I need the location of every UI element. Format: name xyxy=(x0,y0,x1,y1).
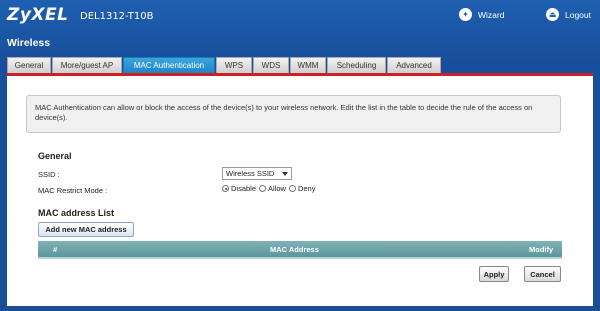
tab-mac-authentication[interactable]: MAC Authentication xyxy=(123,57,215,73)
cancel-button[interactable]: Cancel xyxy=(524,266,561,282)
model-name: DEL1312-T10B xyxy=(80,11,154,22)
tab-general[interactable]: General xyxy=(7,57,51,73)
brand-logo: ZyXEL xyxy=(7,5,69,25)
radio-disable-circle[interactable] xyxy=(222,185,229,192)
tab-wmm[interactable]: WMM xyxy=(290,57,326,73)
mac-list-heading: MAC address List xyxy=(38,208,115,218)
table-row xyxy=(38,257,562,259)
logout-label: Logout xyxy=(565,9,591,20)
logout-button[interactable]: ⏏ Logout xyxy=(546,8,591,21)
ssid-select-value: Wireless SSID xyxy=(226,169,275,178)
tab-scheduling[interactable]: Scheduling xyxy=(327,57,386,73)
general-heading: General xyxy=(38,151,72,161)
add-mac-address-button[interactable]: Add new MAC address xyxy=(38,222,134,237)
tab-bar: General More/guest AP MAC Authentication… xyxy=(7,57,442,73)
radio-disable[interactable]: Disable xyxy=(222,184,256,193)
mac-table-header: # MAC Address Modify xyxy=(38,241,562,257)
restrict-mode-group: Disable Allow Deny xyxy=(222,184,318,193)
apply-button[interactable]: Apply xyxy=(479,266,509,282)
ssid-label: SSID : xyxy=(38,170,60,179)
info-box: MAC Authentication can allow or block th… xyxy=(26,95,561,133)
chevron-down-icon xyxy=(282,172,288,176)
column-modify: Modify xyxy=(529,245,554,254)
radio-deny-circle[interactable] xyxy=(288,185,296,192)
tab-wps[interactable]: WPS xyxy=(216,57,252,73)
radio-allow[interactable]: Allow xyxy=(259,184,286,193)
radio-deny[interactable]: Deny xyxy=(288,184,316,193)
ssid-select[interactable]: Wireless SSID xyxy=(222,167,292,180)
wizard-label: Wizard xyxy=(478,9,505,20)
tab-wds[interactable]: WDS xyxy=(253,57,289,73)
radio-disable-label: Disable xyxy=(231,184,257,193)
page-title: Wireless xyxy=(7,37,51,49)
column-index: # xyxy=(53,245,58,254)
logout-icon: ⏏ xyxy=(546,8,559,21)
restrict-mode-label: MAC Restrict Mode : xyxy=(38,186,108,195)
tab-advanced[interactable]: Advanced xyxy=(387,57,441,73)
radio-allow-circle[interactable] xyxy=(259,185,267,192)
wizard-icon: ✦ xyxy=(459,8,472,21)
wizard-button[interactable]: ✦ Wizard xyxy=(459,8,504,21)
radio-deny-label: Deny xyxy=(297,184,316,193)
column-mac-address: MAC Address xyxy=(270,245,319,254)
top-bar: ZyXEL DEL1312-T10B ✦ Wizard ⏏ Logout xyxy=(0,0,600,34)
tab-more-guest-ap[interactable]: More/guest AP xyxy=(52,57,122,73)
radio-allow-label: Allow xyxy=(268,184,286,193)
